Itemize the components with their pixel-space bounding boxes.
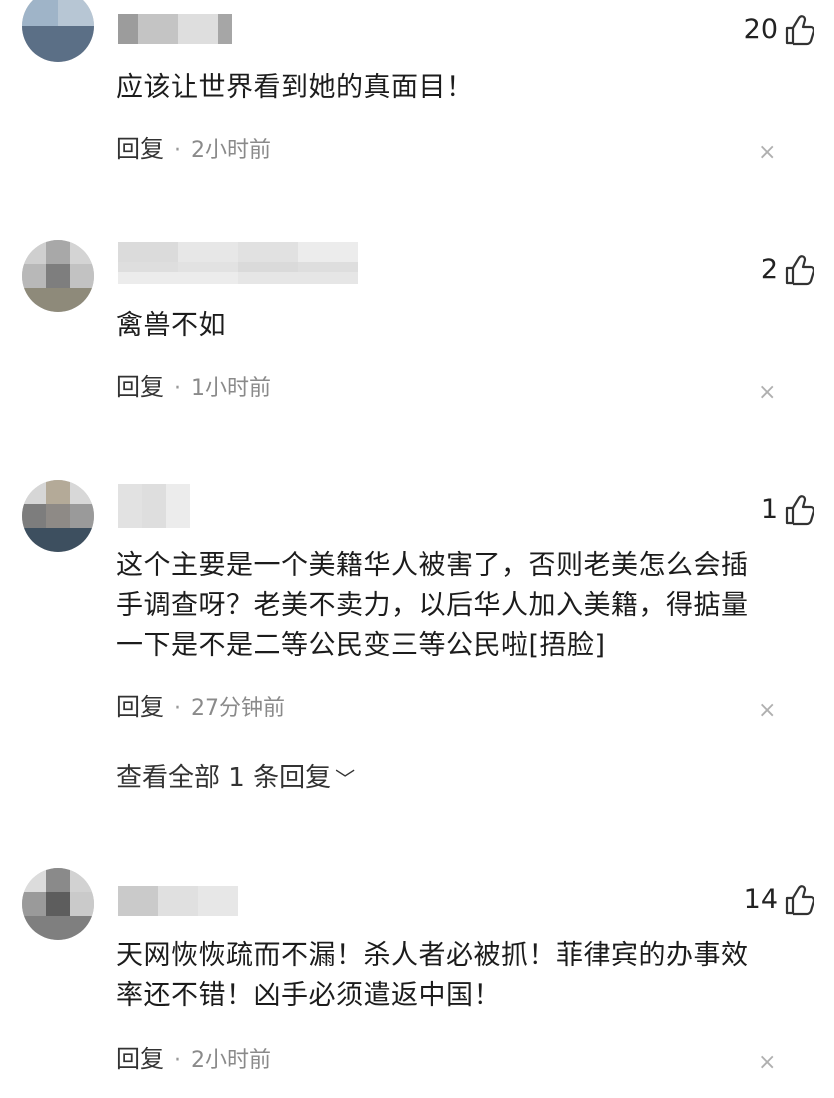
like-count: 20 <box>743 14 778 45</box>
thumbs-up-icon[interactable] <box>784 494 814 526</box>
reply-button[interactable]: 回复 <box>116 135 164 163</box>
comment-text: 这个主要是一个美籍华人被害了，否则老美怎么会插手调查呀？老美不卖力，以后华人加入… <box>116 550 749 661</box>
close-icon[interactable]: × <box>758 1052 776 1074</box>
thumbs-up-icon[interactable] <box>784 884 814 916</box>
avatar[interactable] <box>22 240 94 312</box>
username-pixelated[interactable] <box>118 14 238 44</box>
username-pixelated[interactable] <box>118 484 190 528</box>
comment-text: 天网恢恢疏而不漏！杀人者必被抓！菲律宾的办事效率还不错！凶手必须遣返中国！ <box>116 940 749 1011</box>
comment-meta: 回复 · 1小时前 <box>116 372 271 404</box>
separator-dot: · <box>174 1048 181 1073</box>
comment-time: 1小时前 <box>191 376 271 401</box>
reply-button[interactable]: 回复 <box>116 693 164 721</box>
comment-time: 27分钟前 <box>191 696 285 721</box>
reply-button[interactable]: 回复 <box>116 373 164 401</box>
separator-dot: · <box>174 696 181 721</box>
comment-time: 2小时前 <box>191 138 271 163</box>
close-icon[interactable]: × <box>758 382 776 404</box>
avatar[interactable] <box>22 868 94 940</box>
comment-time: 2小时前 <box>191 1048 271 1073</box>
like-count: 2 <box>760 254 778 285</box>
close-icon[interactable]: × <box>758 142 776 164</box>
comment-meta: 回复 · 2小时前 <box>116 1044 271 1076</box>
like-count: 14 <box>743 884 778 915</box>
thumbs-up-icon[interactable] <box>784 14 814 46</box>
avatar[interactable] <box>22 480 94 552</box>
username-pixelated-row2 <box>118 262 358 284</box>
thumbs-up-icon[interactable] <box>784 254 814 286</box>
chevron-down-icon: ﹀ <box>335 767 356 791</box>
separator-dot: · <box>174 138 181 163</box>
close-icon[interactable]: × <box>758 700 776 722</box>
avatar[interactable] <box>22 0 94 62</box>
reply-button[interactable]: 回复 <box>116 1045 164 1073</box>
comment-meta: 回复 · 27分钟前 <box>116 692 285 724</box>
comment-text: 应该让世界看到她的真面目！ <box>116 72 474 103</box>
comment-meta: 回复 · 2小时前 <box>116 134 271 166</box>
view-all-replies-button[interactable]: 查看全部 1 条回复 ﹀ <box>116 762 355 795</box>
view-all-replies-label: 查看全部 1 条回复 <box>116 763 332 793</box>
like-count: 1 <box>760 494 778 525</box>
username-pixelated[interactable] <box>118 886 238 916</box>
separator-dot: · <box>174 376 181 401</box>
comment-text: 禽兽不如 <box>116 310 226 341</box>
